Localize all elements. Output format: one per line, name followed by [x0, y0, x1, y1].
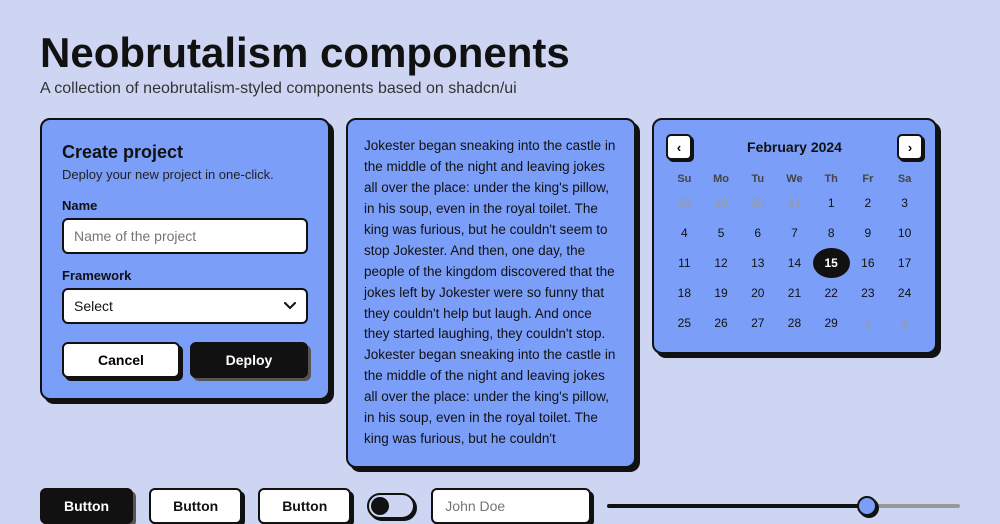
calendar-header-row: SuMoTuWeThFrSa — [666, 170, 923, 188]
calendar-week-row: 252627282912 — [666, 308, 923, 338]
text-card: Jokester began sneaking into the castle … — [346, 118, 636, 468]
calendar-day-cell[interactable]: 27 — [739, 308, 776, 338]
calendar-day-cell[interactable]: 2 — [850, 188, 887, 218]
calendar-day-cell[interactable]: 6 — [739, 218, 776, 248]
calendar-day-cell[interactable]: 13 — [739, 248, 776, 278]
calendar-day-cell[interactable]: 2 — [886, 308, 923, 338]
bottom-button-1[interactable]: Button — [40, 488, 133, 524]
slider-input[interactable] — [607, 504, 960, 508]
bottom-row: Button Button Button John Doe — [40, 488, 960, 524]
calendar-day-cell[interactable]: 31 — [776, 188, 813, 218]
calendar-day-cell[interactable]: 15 — [813, 248, 850, 278]
calendar-day-header: We — [776, 170, 813, 188]
calendar-day-header: Th — [813, 170, 850, 188]
calendar-week-row: 11121314151617 — [666, 248, 923, 278]
calendar-day-cell[interactable]: 10 — [886, 218, 923, 248]
calendar-day-cell[interactable]: 30 — [739, 188, 776, 218]
calendar-day-cell[interactable]: 23 — [850, 278, 887, 308]
calendar-day-cell[interactable]: 22 — [813, 278, 850, 308]
calendar-day-header: Su — [666, 170, 703, 188]
calendar-day-header: Sa — [886, 170, 923, 188]
calendar-week-row: 45678910 — [666, 218, 923, 248]
name-label: Name — [62, 198, 308, 213]
calendar-day-cell[interactable]: 1 — [850, 308, 887, 338]
bottom-button-2[interactable]: Button — [149, 488, 242, 524]
calendar-month-title: February 2024 — [747, 139, 842, 155]
calendar-day-cell[interactable]: 21 — [776, 278, 813, 308]
text-card-content: Jokester began sneaking into the castle … — [364, 136, 618, 450]
calendar-body: 2829303112345678910111213141516171819202… — [666, 188, 923, 338]
calendar-day-cell[interactable]: 29 — [703, 188, 740, 218]
cancel-button[interactable]: Cancel — [62, 342, 180, 378]
calendar-header: ‹ February 2024 › — [666, 134, 923, 160]
calendar-day-cell[interactable]: 25 — [666, 308, 703, 338]
slider-wrapper — [607, 504, 960, 508]
bottom-button-3[interactable]: Button — [258, 488, 351, 524]
page-subtitle: A collection of neobrutalism-styled comp… — [40, 80, 960, 98]
calendar-day-cell[interactable]: 1 — [813, 188, 850, 218]
toggle-wrapper — [367, 493, 415, 519]
deploy-button[interactable]: Deploy — [190, 342, 308, 378]
card-subtitle: Deploy your new project in one-click. — [62, 167, 308, 182]
calendar-day-cell[interactable]: 9 — [850, 218, 887, 248]
cards-row: Create project Deploy your new project i… — [40, 118, 960, 468]
framework-select[interactable]: Select Next.js React Vue — [62, 288, 308, 324]
calendar-card: ‹ February 2024 › SuMoTuWeThFrSa 2829303… — [652, 118, 937, 354]
calendar-day-cell[interactable]: 5 — [703, 218, 740, 248]
calendar-grid: SuMoTuWeThFrSa 2829303112345678910111213… — [666, 170, 923, 338]
calendar-day-cell[interactable]: 20 — [739, 278, 776, 308]
calendar-day-cell[interactable]: 24 — [886, 278, 923, 308]
card-title: Create project — [62, 142, 308, 163]
calendar-day-cell[interactable]: 28 — [666, 188, 703, 218]
framework-label: Framework — [62, 268, 308, 283]
calendar-day-cell[interactable]: 12 — [703, 248, 740, 278]
name-text-input[interactable]: John Doe — [431, 488, 591, 524]
calendar-day-cell[interactable]: 8 — [813, 218, 850, 248]
calendar-day-cell[interactable]: 11 — [666, 248, 703, 278]
calendar-day-cell[interactable]: 14 — [776, 248, 813, 278]
calendar-day-cell[interactable]: 16 — [850, 248, 887, 278]
calendar-day-cell[interactable]: 7 — [776, 218, 813, 248]
create-project-card: Create project Deploy your new project i… — [40, 118, 330, 400]
calendar-day-cell[interactable]: 19 — [703, 278, 740, 308]
name-input[interactable] — [62, 218, 308, 254]
calendar-day-cell[interactable]: 4 — [666, 218, 703, 248]
calendar-day-header: Tu — [739, 170, 776, 188]
card-buttons: Cancel Deploy — [62, 342, 308, 378]
calendar-day-cell[interactable]: 26 — [703, 308, 740, 338]
toggle-switch[interactable] — [367, 493, 415, 519]
calendar-day-header: Mo — [703, 170, 740, 188]
calendar-week-row: 28293031123 — [666, 188, 923, 218]
page-title: Neobrutalism components — [40, 30, 960, 76]
calendar-day-cell[interactable]: 28 — [776, 308, 813, 338]
calendar-day-cell[interactable]: 17 — [886, 248, 923, 278]
calendar-next-button[interactable]: › — [897, 134, 923, 160]
calendar-prev-button[interactable]: ‹ — [666, 134, 692, 160]
calendar-day-cell[interactable]: 18 — [666, 278, 703, 308]
calendar-day-cell[interactable]: 3 — [886, 188, 923, 218]
calendar-day-cell[interactable]: 29 — [813, 308, 850, 338]
calendar-day-header: Fr — [850, 170, 887, 188]
calendar-week-row: 18192021222324 — [666, 278, 923, 308]
